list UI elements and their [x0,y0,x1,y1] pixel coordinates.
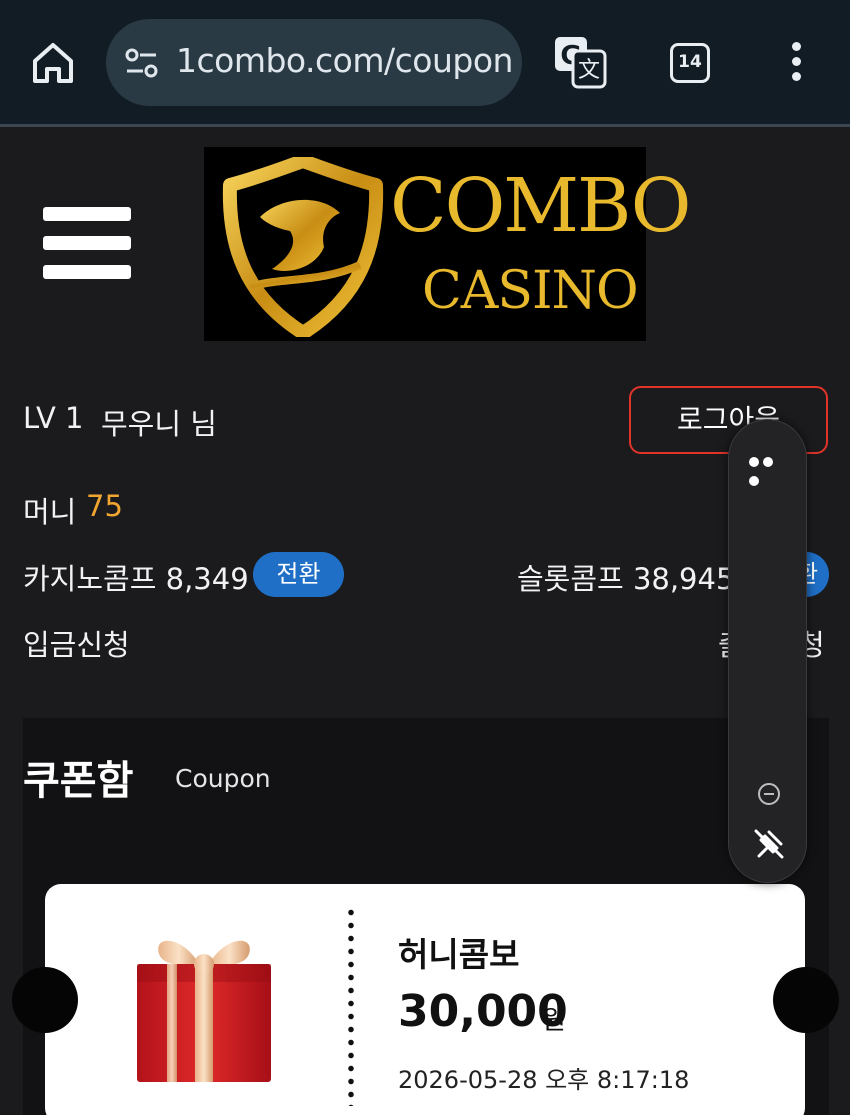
logo-line2: CASINO [422,261,639,321]
casino-comp-value: 카지노콤프 8,349 [23,562,249,596]
money-label: 머니 [23,495,77,529]
coupon-name: 허니콤보 [398,935,520,974]
ticket-perforation [348,906,354,1106]
coupon-title: 쿠폰함 [23,758,134,804]
ticket-notch-left [12,967,78,1033]
hamburger-menu-icon[interactable] [43,207,131,279]
home-icon[interactable] [30,40,76,86]
coupon-ticket[interactable]: 허니콤보 30,000 원 2026-05-28 오후 8:17:18 [45,884,805,1115]
user-nickname: 무우니 님 [101,407,217,441]
url-text[interactable]: 1combo.com/coupon [176,41,513,80]
coupon-unit: 원 [542,1006,566,1036]
ticket-notch-right [773,967,839,1033]
minus-circle-icon[interactable] [757,782,781,806]
tune-icon[interactable] [124,47,160,79]
coupon-date: 2026-05-28 오후 8:17:18 [398,1066,690,1094]
browser-toolbar: 1combo.com/coupon G 文 14 [0,0,850,127]
more-vert-icon[interactable] [786,42,806,84]
casino-comp-convert-button[interactable]: 전환 [253,552,344,597]
more-horiz-icon[interactable] [749,452,789,486]
site-header: COMBO CASINO [0,127,850,357]
logo-line1: COMBO [390,163,691,249]
gift-icon [137,940,271,1082]
slot-comp-value: 슬롯콤프 38,945 [517,562,735,596]
shield-logo-icon [222,157,384,337]
translate-icon[interactable]: G 文 [553,35,607,89]
money-value: 75 [86,489,123,523]
address-bar[interactable]: 1combo.com/coupon [106,19,522,106]
user-level: LV 1 [23,401,84,435]
unpin-icon[interactable] [751,826,787,862]
coupon-panel: 쿠폰함 Coupon 허니콤보 30,000 원 2026-05-28 오후 8… [12,718,839,1115]
site-logo[interactable]: COMBO CASINO [204,147,691,341]
floating-overlay-panel[interactable] [728,419,807,883]
svg-text:文: 文 [578,58,600,83]
tab-count-icon[interactable]: 14 [670,43,710,83]
coupon-subtitle: Coupon [175,764,271,793]
deposit-link[interactable]: 입금신청 [23,622,130,664]
